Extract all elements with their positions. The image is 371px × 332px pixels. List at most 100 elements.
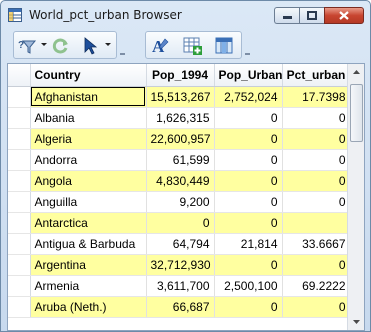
cell-pct-urban[interactable]: 0 (282, 254, 351, 276)
cell-pop-1994[interactable]: 61,599 (146, 149, 215, 171)
table-row[interactable]: Andorra 61,599 0 0 (8, 149, 351, 171)
toolbar-grip[interactable] (245, 53, 250, 59)
close-icon (339, 11, 349, 20)
cell-pop-urban[interactable]: 0 (214, 191, 283, 213)
minimize-icon (282, 15, 292, 19)
row-selector[interactable] (8, 254, 31, 276)
table-row[interactable]: Armenia 3,611,700 2,500,100 69.2222 (8, 275, 351, 297)
row-selector[interactable] (8, 212, 31, 234)
cell-pop-1994[interactable]: 32,712,930 (146, 254, 215, 276)
cell-pct-urban[interactable]: 0 (282, 149, 351, 171)
row-selector[interactable] (8, 233, 31, 255)
pointer-select-icon (84, 37, 98, 55)
cell-pop-1994[interactable]: 22,600,957 (146, 128, 215, 150)
cell-pop-urban[interactable]: 0 (214, 128, 283, 150)
cell-pop-urban[interactable]: 0 (214, 254, 283, 276)
font-style-icon: A (152, 37, 169, 56)
cell-pop-urban[interactable]: 21,814 (214, 233, 283, 255)
cell-pop-1994[interactable]: 64,794 (146, 233, 215, 255)
column-header-country[interactable]: Country (30, 64, 147, 87)
cell-pct-urban[interactable]: 69.2222 (282, 275, 351, 297)
row-selector[interactable] (8, 128, 31, 150)
row-selector[interactable] (8, 149, 31, 171)
cell-pop-urban[interactable]: 0 (214, 107, 283, 129)
cell-pct-urban[interactable]: 0 (282, 128, 351, 150)
table-row[interactable]: Anguilla 9,200 0 0 (8, 191, 351, 213)
row-selector[interactable] (8, 170, 31, 192)
cell-pop-1994[interactable]: 3,611,700 (146, 275, 215, 297)
row-selector[interactable] (8, 275, 31, 297)
cell-country[interactable]: Argentina (30, 254, 147, 276)
font-style-button[interactable]: A (150, 35, 172, 57)
maximize-icon (307, 11, 317, 20)
row-selector[interactable] (8, 86, 31, 108)
scrollbar-thumb[interactable] (350, 84, 363, 142)
row-selector[interactable] (8, 107, 31, 129)
window-controls (274, 7, 364, 24)
cell-pop-1994[interactable]: 66,687 (146, 296, 215, 318)
cell-country[interactable]: Albania (30, 107, 147, 129)
cell-pct-urban[interactable]: 0 (282, 170, 351, 192)
cell-country[interactable]: Afghanistan (30, 86, 147, 108)
select-by-attribute-button[interactable]: ? (17, 35, 39, 57)
cell-pop-urban[interactable]: 0 (214, 296, 283, 318)
table-row[interactable]: Antigua & Barbuda 64,794 21,814 33.6667 (8, 233, 351, 255)
cell-pct-urban[interactable]: 0 (282, 296, 351, 318)
cell-pop-urban[interactable]: 2,500,100 (214, 275, 283, 297)
table-row[interactable]: Argentina 32,712,930 0 0 (8, 254, 351, 276)
data-grid[interactable]: Country Pop_1994 Pop_Urban Pct_urban Afg… (7, 63, 365, 331)
cell-pop-1994[interactable]: 15,513,267 (146, 86, 215, 108)
column-header-pop-urban[interactable]: Pop_Urban (214, 64, 283, 87)
table-row[interactable]: Antarctica 0 0 (8, 212, 351, 234)
cell-pop-urban[interactable]: 0 (214, 149, 283, 171)
cell-pct-urban[interactable]: 0 (282, 107, 351, 129)
cell-pop-1994[interactable]: 0 (146, 212, 215, 234)
cell-pop-urban[interactable]: 0 (214, 170, 283, 192)
vertical-scrollbar[interactable] (347, 64, 364, 330)
minimize-button[interactable] (274, 7, 299, 24)
cell-country[interactable]: Aruba (Neth.) (30, 296, 147, 318)
cell-pct-urban[interactable]: 17.7398 (282, 86, 351, 108)
table-row[interactable]: Albania 1,626,315 0 0 (8, 107, 351, 129)
cell-pop-1994[interactable]: 1,626,315 (146, 107, 215, 129)
add-row-button[interactable] (182, 35, 204, 57)
cell-country[interactable]: Anguilla (30, 191, 147, 213)
cell-pct-urban[interactable] (282, 212, 351, 234)
cell-country[interactable]: Algeria (30, 128, 147, 150)
cell-country[interactable]: Antarctica (30, 212, 147, 234)
column-header-pct-urban[interactable]: Pct_urban (282, 64, 351, 87)
row-header-corner[interactable] (8, 64, 31, 87)
maximize-button[interactable] (299, 7, 324, 24)
row-selector[interactable] (8, 191, 31, 213)
cell-pop-1994[interactable]: 4,830,449 (146, 170, 215, 192)
refresh-button[interactable] (50, 35, 72, 57)
cell-country[interactable]: Armenia (30, 275, 147, 297)
chevron-down-icon[interactable] (105, 43, 111, 46)
table-row[interactable]: Angola 4,830,449 0 0 (8, 170, 351, 192)
table-row[interactable]: Algeria 22,600,957 0 0 (8, 128, 351, 150)
column-picker-icon (215, 37, 233, 54)
toolbar-grip[interactable] (120, 53, 125, 59)
table-row[interactable]: Aruba (Neth.) 66,687 0 0 (8, 296, 351, 318)
cell-pop-urban[interactable]: 2,752,024 (214, 86, 283, 108)
row-selector[interactable] (8, 296, 31, 318)
close-button[interactable] (324, 7, 364, 24)
browser-table: Country Pop_1994 Pop_Urban Pct_urban Afg… (8, 64, 351, 318)
cell-pop-1994[interactable]: 9,200 (146, 191, 215, 213)
chevron-down-icon[interactable] (41, 43, 47, 46)
cell-pct-urban[interactable]: 0 (282, 191, 351, 213)
cell-country[interactable]: Andorra (30, 149, 147, 171)
scroll-down-button[interactable] (348, 314, 364, 330)
title-bar[interactable]: World_pct_urban Browser (1, 1, 370, 29)
scroll-up-button[interactable] (348, 64, 364, 80)
column-header-pop-1994[interactable]: Pop_1994 (146, 64, 215, 87)
cell-country[interactable]: Angola (30, 170, 147, 192)
toolbar-group-selection: ? (13, 31, 117, 59)
pointer-select-button[interactable] (80, 35, 102, 57)
cell-country[interactable]: Antigua & Barbuda (30, 233, 147, 255)
cell-pct-urban[interactable]: 33.6667 (282, 233, 351, 255)
cell-pop-urban[interactable]: 0 (214, 212, 283, 234)
table-body: Afghanistan 15,513,267 2,752,024 17.7398 Alb… (8, 86, 351, 318)
table-row[interactable]: Afghanistan 15,513,267 2,752,024 17.7398 (8, 86, 351, 108)
column-picker-button[interactable] (213, 35, 235, 57)
